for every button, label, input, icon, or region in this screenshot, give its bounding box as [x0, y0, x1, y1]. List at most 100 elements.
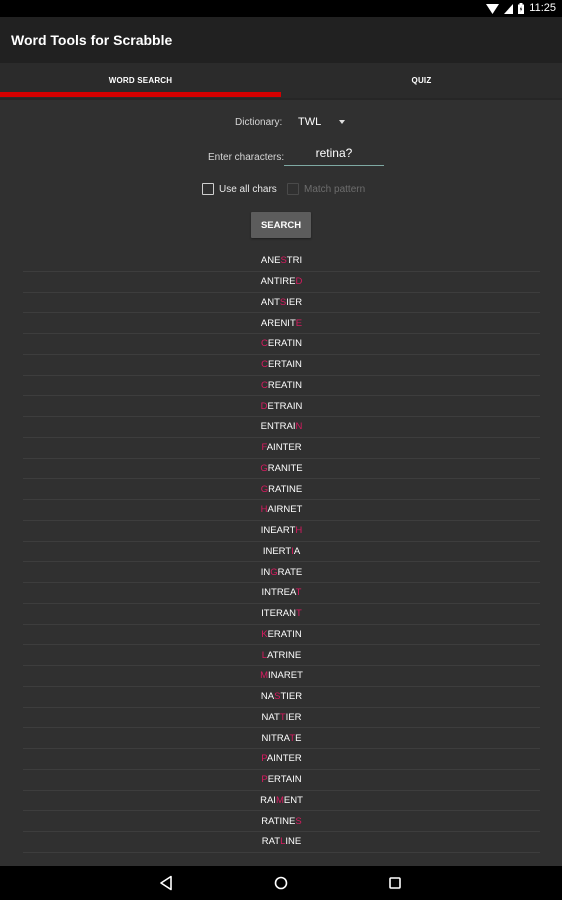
result-row[interactable]: ANTSIER — [23, 293, 540, 314]
result-word: ITERANT — [261, 608, 302, 619]
result-row[interactable]: CREATIN — [23, 376, 540, 397]
result-word: LATRINE — [262, 650, 301, 661]
use-all-chars-checkbox[interactable] — [202, 183, 214, 195]
wildcard-letter: G — [270, 566, 278, 578]
result-word: CREATIN — [261, 380, 302, 391]
word-suffix: TRI — [286, 255, 303, 267]
result-row[interactable]: INGRATE — [23, 562, 540, 583]
wildcard-letter: M — [275, 794, 284, 806]
word-suffix: ERTAIN — [267, 774, 302, 786]
wildcard-letter: C — [261, 359, 268, 371]
result-row[interactable]: CERATIN — [23, 334, 540, 355]
result-row[interactable]: HAIRNET — [23, 500, 540, 521]
word-suffix: AINTER — [266, 753, 302, 765]
word-suffix: INARET — [268, 670, 303, 682]
result-row[interactable]: PERTAIN — [23, 770, 540, 791]
word-suffix: ERATIN — [267, 628, 302, 640]
app-title: Word Tools for Scrabble — [11, 32, 173, 48]
word-prefix: INTREA — [261, 587, 296, 599]
word-prefix: INEART — [260, 525, 296, 537]
home-icon[interactable] — [274, 875, 288, 891]
result-row[interactable]: GRATINE — [23, 479, 540, 500]
result-row[interactable]: ITERANT — [23, 604, 540, 625]
result-row[interactable]: DETRAIN — [23, 396, 540, 417]
result-row[interactable]: GRANITE — [23, 459, 540, 480]
word-prefix: ANTIRE — [260, 276, 296, 288]
result-word: NITRATE — [262, 733, 302, 744]
result-row[interactable]: ARENITE — [23, 313, 540, 334]
dropdown-arrow-icon[interactable] — [339, 120, 345, 124]
word-suffix: IER — [285, 711, 302, 723]
result-word: DETRAIN — [261, 401, 303, 412]
result-row[interactable]: KERATIN — [23, 625, 540, 646]
result-row[interactable]: MINARET — [23, 666, 540, 687]
characters-input[interactable] — [284, 144, 384, 166]
wildcard-letter: H — [295, 525, 303, 537]
word-search-panel: Dictionary: TWL Enter characters: Use al… — [0, 100, 562, 866]
word-prefix: NA — [260, 691, 275, 703]
options-row: Use all chars Match pattern — [0, 182, 562, 198]
back-icon[interactable] — [159, 875, 173, 891]
wildcard-letter: G — [260, 462, 268, 474]
result-row[interactable]: NATTIER — [23, 708, 540, 729]
navigation-bar — [0, 866, 562, 900]
result-row[interactable]: RATLINE — [23, 832, 540, 853]
result-row[interactable]: NASTIER — [23, 687, 540, 708]
status-icons: 11:25 — [486, 2, 556, 15]
word-prefix: NAT — [261, 711, 280, 723]
result-word: INERTIA — [263, 546, 300, 557]
result-row[interactable]: CERTAIN — [23, 355, 540, 376]
tab-word-search[interactable]: WORD SEARCH — [0, 63, 281, 98]
result-word: INEARTH — [261, 525, 303, 536]
word-suffix: ETRAIN — [267, 400, 303, 412]
result-row[interactable]: RAIMENT — [23, 791, 540, 812]
word-prefix: IN — [260, 566, 271, 578]
result-word: ANTSIER — [261, 297, 302, 308]
result-row[interactable]: LATRINE — [23, 645, 540, 666]
signal-icon — [504, 3, 514, 14]
result-row[interactable]: ANTIRED — [23, 272, 540, 293]
status-bar: 11:25 — [0, 0, 562, 17]
tab-quiz[interactable]: QUIZ — [281, 63, 562, 98]
result-word: RAIMENT — [260, 795, 303, 806]
result-word: GRATINE — [261, 484, 303, 495]
match-pattern-checkbox[interactable] — [287, 183, 299, 195]
word-suffix: RATE — [277, 566, 303, 578]
result-row[interactable]: INERTIA — [23, 542, 540, 563]
result-word: ANTIRED — [261, 276, 303, 287]
recents-icon[interactable] — [388, 875, 402, 891]
result-row[interactable]: RATINES — [23, 811, 540, 832]
word-suffix: E — [295, 732, 302, 744]
word-prefix: ANE — [260, 255, 281, 267]
result-row[interactable]: PAINTER — [23, 749, 540, 770]
result-word: CERTAIN — [261, 359, 302, 370]
result-word: INGRATE — [261, 567, 303, 578]
word-suffix: INE — [285, 836, 302, 848]
match-pattern-label[interactable]: Match pattern — [304, 184, 365, 195]
tab-word-search-label: WORD SEARCH — [108, 76, 173, 85]
results-list: ANESTRI ANTIRED ANTSIER ARENITE CERATIN CERTA… — [23, 251, 540, 853]
result-row[interactable]: INEARTH — [23, 521, 540, 542]
word-suffix: TIER — [280, 691, 303, 703]
result-word: PAINTER — [261, 753, 301, 764]
word-prefix: ARENIT — [260, 317, 296, 329]
tab-bar: WORD SEARCH QUIZ — [0, 63, 562, 98]
result-row[interactable]: ENTRAIN — [23, 417, 540, 438]
result-word: FAINTER — [261, 442, 301, 453]
result-row[interactable]: FAINTER — [23, 438, 540, 459]
wifi-icon — [486, 3, 500, 14]
dictionary-select[interactable]: TWL — [298, 116, 321, 128]
result-row[interactable]: INTREAT — [23, 583, 540, 604]
word-prefix: RATINE — [261, 815, 296, 827]
wildcard-letter: C — [260, 338, 268, 350]
use-all-chars-label[interactable]: Use all chars — [219, 184, 277, 195]
search-button[interactable]: SEARCH — [251, 212, 311, 238]
wildcard-letter: D — [260, 400, 268, 412]
wildcard-letter: N — [295, 421, 303, 433]
result-row[interactable]: ANESTRI — [23, 251, 540, 272]
result-row[interactable]: NITRATE — [23, 728, 540, 749]
word-prefix: RAT — [261, 836, 281, 848]
word-suffix: AINTER — [266, 442, 302, 454]
word-prefix: ENTRAI — [260, 421, 296, 433]
result-word: HAIRNET — [261, 504, 303, 515]
